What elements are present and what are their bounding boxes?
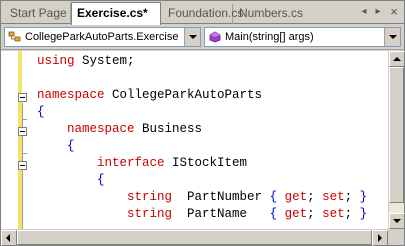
code-token: using (37, 54, 75, 68)
code-token: PartName (172, 207, 270, 221)
code-token: string (127, 207, 173, 221)
horizontal-scroll-thumb[interactable] (17, 230, 372, 245)
code-line[interactable]: string PartNumber { get; set; } (37, 189, 367, 206)
outline-tick (22, 119, 27, 120)
close-document-icon[interactable]: × (388, 5, 400, 18)
vertical-scrollbar[interactable] (388, 51, 405, 229)
code-token: } (359, 207, 368, 221)
code-line[interactable]: using System; (37, 53, 135, 70)
code-token: ; (344, 207, 360, 221)
code-line[interactable]: interface IStockItem (37, 155, 247, 172)
code-line[interactable]: { (37, 172, 105, 189)
code-token: set (322, 207, 345, 221)
code-editor-window: Start Page Exercise.cs* Foundation.cs Nu… (0, 0, 405, 246)
collapse-namespace-icon[interactable] (18, 93, 27, 102)
collapse-interface-icon[interactable] (18, 161, 27, 170)
tab-foundation-cs[interactable]: Foundation.cs (162, 4, 243, 24)
method-icon (209, 31, 221, 43)
code-token: { (37, 105, 45, 119)
chevron-down-icon[interactable] (184, 28, 200, 46)
code-token: Business (134, 122, 203, 136)
code-token: System; (74, 54, 135, 68)
scroll-right-button[interactable] (372, 230, 388, 246)
code-line[interactable]: namespace Business (37, 121, 202, 138)
tab-numbers-cs[interactable]: Numbers.cs (234, 4, 306, 24)
member-dropdown-value: Main(string[] args) (225, 31, 314, 43)
code-token: namespace (37, 88, 105, 102)
member-dropdown[interactable]: Main(string[] args) (204, 27, 401, 47)
code-token: ; (344, 190, 360, 204)
code-token: interface (97, 156, 165, 170)
scroll-tabs-left-icon[interactable]: ◂ (358, 5, 370, 19)
code-token: ; (307, 190, 323, 204)
tab-exercise-cs[interactable]: Exercise.cs* (71, 2, 161, 25)
code-token: get (284, 207, 308, 221)
code-token: IStockItem (164, 156, 248, 170)
horizontal-scrollbar[interactable] (1, 229, 388, 246)
code-token: get (284, 190, 308, 204)
scrollbar-corner (388, 229, 404, 245)
scroll-down-button[interactable] (389, 213, 405, 229)
code-token: namespace (67, 122, 135, 136)
document-tab-strip: Start Page Exercise.cs* Foundation.cs Nu… (1, 1, 404, 25)
code-token: { (269, 190, 278, 204)
code-token: } (359, 190, 368, 204)
code-token: ; (307, 207, 323, 221)
code-token: { (97, 173, 105, 187)
collapse-business-icon[interactable] (18, 127, 27, 136)
type-dropdown-value: CollegeParkAutoParts.Exercise (25, 31, 179, 43)
code-token: { (67, 139, 75, 153)
code-line[interactable]: { (37, 104, 45, 121)
code-token: PartNumber (172, 190, 270, 204)
code-line[interactable]: namespace CollegeParkAutoParts (37, 87, 262, 104)
code-line[interactable]: string PartName { get; set; } (37, 206, 367, 223)
code-token: { (269, 207, 278, 221)
code-token: set (322, 190, 345, 204)
scroll-left-button[interactable] (1, 230, 17, 246)
code-line[interactable]: { (37, 138, 75, 155)
outline-tick (22, 153, 27, 154)
navigation-bar: CollegeParkAutoParts.Exercise Main(strin… (1, 24, 404, 50)
scroll-up-button[interactable] (389, 51, 405, 67)
code-token: CollegeParkAutoParts (104, 88, 263, 102)
code-token: string (127, 190, 173, 204)
vertical-scroll-thumb[interactable] (389, 67, 404, 203)
scroll-tabs-right-icon[interactable]: ▸ (372, 5, 384, 19)
code-editor[interactable]: using System; namespace CollegeParkAutoPa… (1, 51, 388, 229)
class-icon (8, 31, 21, 42)
chevron-down-icon[interactable] (384, 28, 400, 46)
tab-start-page[interactable]: Start Page (4, 4, 71, 24)
type-dropdown[interactable]: CollegeParkAutoParts.Exercise (4, 27, 201, 47)
